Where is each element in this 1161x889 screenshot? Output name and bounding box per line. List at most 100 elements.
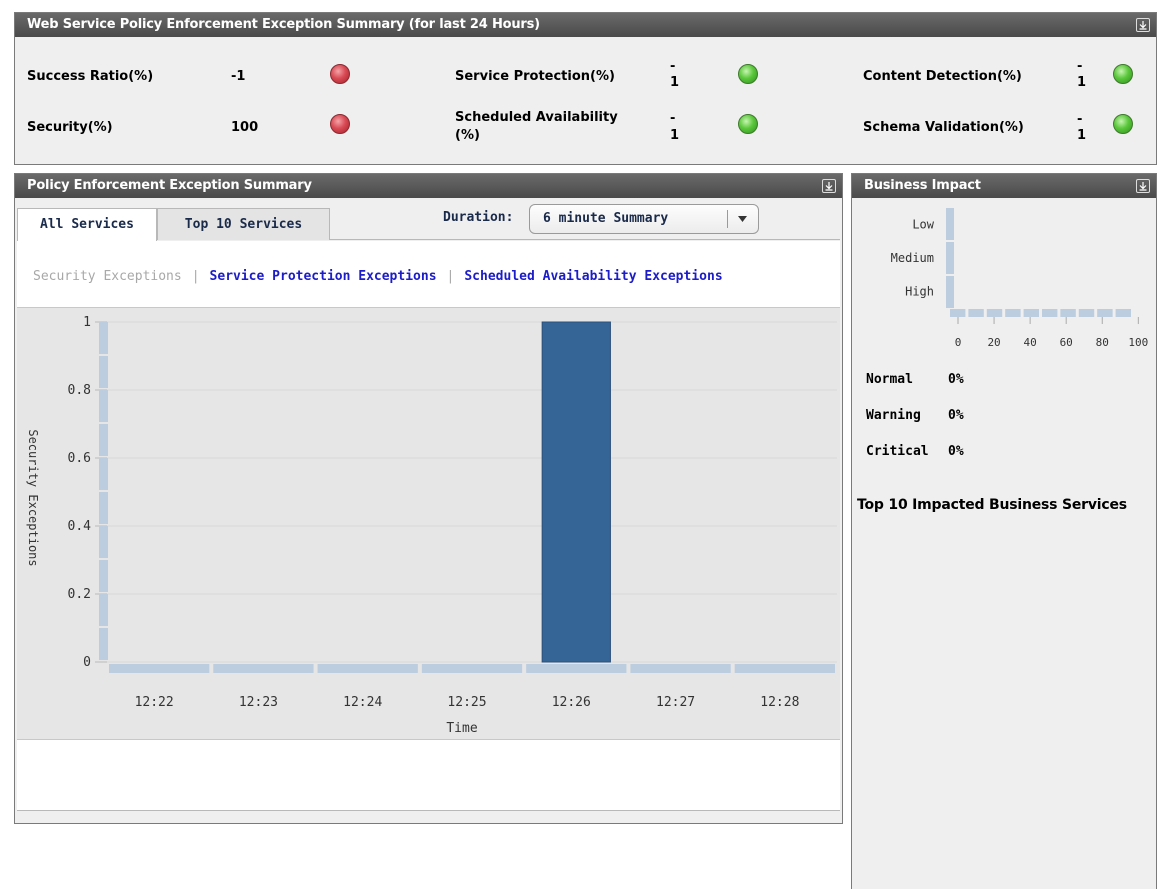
- link-separator: |: [446, 269, 455, 284]
- policy-panel: Policy Enforcement Exception Summary All…: [14, 173, 843, 824]
- y-axis-segment: [99, 526, 108, 558]
- content-detection-value: 1: [1077, 75, 1087, 90]
- y-axis-segment: [99, 322, 108, 354]
- legend-normal: Normal 0%: [866, 372, 964, 387]
- y-axis-segment: [99, 458, 108, 490]
- x-axis-segment: [630, 664, 731, 673]
- x-tick-label: 12:25: [447, 695, 486, 710]
- collapse-arrow-icon: [825, 182, 833, 191]
- impact-x-tick-label: 60: [1060, 336, 1073, 349]
- legend-critical-value: 0%: [948, 444, 964, 459]
- schema-validation-label: Schema Validation(%): [863, 120, 1024, 135]
- service-protection-value-top: -: [670, 59, 676, 74]
- y-tick-label: 0: [83, 655, 91, 670]
- y-axis-segment: [99, 424, 108, 456]
- summary-collapse-button[interactable]: [1136, 18, 1150, 32]
- tab-top-10-services[interactable]: Top 10 Services: [157, 208, 330, 240]
- legend-critical: Critical 0%: [866, 444, 964, 459]
- scheduled-availability-label-unit: (%): [455, 128, 480, 143]
- impact-x-tick-label: 40: [1024, 336, 1037, 349]
- x-axis-segment: [421, 664, 523, 673]
- x-axis-segment: [734, 664, 835, 673]
- impact-category-label: Low: [912, 218, 934, 232]
- impact-x-axis-segment: [950, 309, 966, 317]
- legend-normal-value: 0%: [948, 372, 964, 387]
- service-protection-status-icon: [738, 64, 758, 84]
- tab-all-services[interactable]: All Services: [17, 208, 157, 241]
- impact-y-axis-segment: [946, 276, 954, 308]
- impact-x-axis-segment: [1115, 309, 1131, 317]
- collapse-arrow-icon: [1139, 21, 1147, 30]
- policy-panel-title: Policy Enforcement Exception Summary: [27, 178, 312, 193]
- success-ratio-status-icon: [330, 64, 350, 84]
- y-axis-segment: [99, 594, 108, 626]
- security-exceptions-chart: 0 0.2 0.4 0.6 0.8 1 12:22 12:23 12:24 12:25 12:26 1…: [17, 307, 840, 740]
- x-tick-label: 12:24: [343, 695, 382, 710]
- exception-type-links: Security Exceptions | Service Protection E…: [33, 269, 723, 284]
- x-tick-label: 12:23: [239, 695, 278, 710]
- impact-x-tick-label: 100: [1128, 336, 1148, 349]
- legend-warning: Warning 0%: [866, 408, 964, 423]
- summary-panel: Web Service Policy Enforcement Exception…: [14, 12, 1157, 165]
- x-tick-label: 12:22: [135, 695, 174, 710]
- success-ratio-label: Success Ratio(%): [27, 69, 154, 84]
- impact-x-axis-segment: [1078, 309, 1095, 317]
- content-detection-value-top: -: [1077, 59, 1083, 74]
- duration-select[interactable]: 6 minute Summary: [529, 204, 759, 234]
- scheduled-availability-label: Scheduled Availability: [455, 110, 618, 125]
- y-axis-segment: [99, 560, 108, 592]
- collapse-arrow-icon: [1139, 182, 1147, 191]
- chevron-down-icon: [738, 216, 747, 222]
- impact-y-axis-segment: [946, 242, 954, 274]
- x-axis-segment: [213, 664, 314, 673]
- success-ratio-value: -1: [231, 69, 246, 84]
- scheduled-availability-value: 1: [670, 128, 680, 143]
- x-tick-label: 12:28: [760, 695, 799, 710]
- service-protection-value: 1: [670, 75, 680, 90]
- duration-select-value: 6 minute Summary: [543, 211, 669, 226]
- top10-impacted-title: Top 10 Impacted Business Services: [857, 497, 1127, 513]
- link-separator: |: [191, 269, 200, 284]
- duration-label: Duration:: [443, 210, 514, 225]
- schema-validation-status-icon: [1113, 114, 1133, 134]
- chart-bar: [541, 321, 611, 663]
- schema-validation-value-top: -: [1077, 112, 1083, 127]
- legend-warning-value: 0%: [948, 408, 964, 423]
- impact-x-tick-label: 20: [987, 336, 1000, 349]
- y-axis-title: Security Exceptions: [26, 429, 40, 566]
- impact-panel-header: Business Impact: [852, 174, 1156, 198]
- impact-collapse-button[interactable]: [1136, 179, 1150, 193]
- service-protection-label: Service Protection(%): [455, 69, 615, 84]
- y-axis-segment: [99, 628, 108, 660]
- y-axis-segment: [99, 492, 108, 524]
- impact-y-axis-segment: [946, 208, 954, 240]
- impact-x-axis-segment: [1023, 309, 1039, 317]
- impact-x-axis-segment: [986, 309, 1003, 317]
- scheduled-availability-exceptions-link[interactable]: Scheduled Availability Exceptions: [464, 269, 722, 284]
- summary-panel-title: Web Service Policy Enforcement Exception…: [27, 17, 540, 32]
- impact-x-axis-segment: [968, 309, 984, 317]
- impact-x-axis-segment: [1005, 309, 1021, 317]
- chart-svg: 0 0.2 0.4 0.6 0.8 1 12:22 12:23 12:24 12:25 12:26 1…: [26, 315, 837, 736]
- security-value: 100: [231, 120, 259, 135]
- security-status-icon: [330, 114, 350, 134]
- impact-x-axis-segment: [1097, 309, 1113, 317]
- policy-panel-header: Policy Enforcement Exception Summary: [15, 174, 842, 198]
- x-axis-segment: [109, 664, 210, 673]
- y-tick-label: 0.8: [68, 383, 91, 398]
- scheduled-availability-status-icon: [738, 114, 758, 134]
- y-tick-label: 1: [83, 315, 91, 330]
- y-axis-segment: [99, 390, 108, 422]
- y-axis-segment: [99, 356, 108, 388]
- policy-collapse-button[interactable]: [822, 179, 836, 193]
- content-detection-label: Content Detection(%): [863, 69, 1022, 84]
- impact-category-label: High: [905, 284, 934, 298]
- x-tick-label: 12:27: [656, 695, 695, 710]
- service-protection-exceptions-link[interactable]: Service Protection Exceptions: [210, 269, 437, 284]
- content-detection-status-icon: [1113, 64, 1133, 84]
- impact-x-axis-segment: [1060, 309, 1076, 317]
- business-impact-panel: Business Impact Low Medium High 0 20 40 60 80 10…: [851, 173, 1157, 889]
- impact-category-label: Medium: [891, 251, 934, 265]
- x-axis-title: Time: [446, 721, 477, 736]
- schema-validation-value: 1: [1077, 128, 1087, 143]
